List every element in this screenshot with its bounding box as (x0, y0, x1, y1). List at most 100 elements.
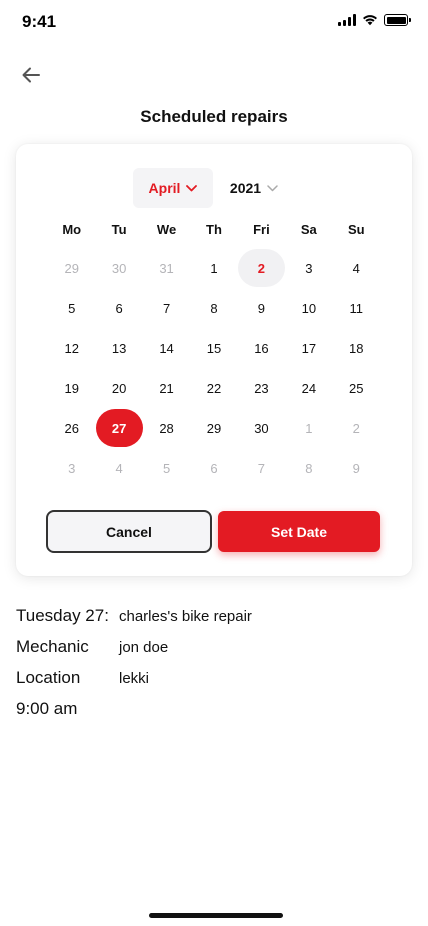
location-value: lekki (119, 670, 150, 687)
status-bar: 9:41 (0, 0, 428, 44)
calendar-day[interactable]: 8 (285, 448, 332, 488)
calendar-day[interactable]: 6 (190, 448, 237, 488)
calendar-day[interactable]: 17 (285, 328, 332, 368)
weekday-label: Su (347, 222, 365, 237)
month-select[interactable]: April (133, 168, 213, 208)
calendar-day-number: 28 (159, 420, 174, 436)
repair-details: Tuesday 27: charles's bike repair Mechan… (16, 604, 412, 728)
calendar-day-selected[interactable]: 27 (95, 408, 143, 448)
calendar-day[interactable]: 2 (333, 408, 380, 448)
calendar-day[interactable]: 30 (238, 408, 285, 448)
year-select[interactable]: 2021 (222, 168, 286, 208)
calendar-day[interactable]: 22 (190, 368, 237, 408)
calendar-day[interactable]: 5 (143, 448, 190, 488)
calendar-day-number: 26 (64, 420, 79, 436)
calendar-day-number: 3 (305, 260, 313, 276)
calendar-day[interactable]: 15 (190, 328, 237, 368)
set-date-button[interactable]: Set Date (218, 511, 380, 552)
calendar-day-number: 5 (68, 300, 76, 316)
calendar-day[interactable]: 11 (333, 288, 380, 328)
calendar-day[interactable]: 7 (238, 448, 285, 488)
calendar-day-number: 18 (349, 340, 364, 356)
calendar-day[interactable]: 13 (95, 328, 142, 368)
calendar-day[interactable]: 10 (285, 288, 332, 328)
calendar-day-number: 20 (111, 380, 127, 396)
calendar-day-number: 27 (95, 409, 143, 447)
mechanic-value: jon doe (119, 639, 169, 656)
calendar-day[interactable]: 20 (95, 368, 142, 408)
calendar-day[interactable]: 1 (190, 248, 237, 288)
calendar-day[interactable]: 8 (190, 288, 237, 328)
calendar-day-number: 2 (352, 420, 360, 436)
calendar-day[interactable]: 3 (285, 248, 332, 288)
calendar-day[interactable]: 9 (333, 448, 380, 488)
calendar-day[interactable]: 23 (238, 368, 285, 408)
calendar-day[interactable]: 9 (238, 288, 285, 328)
calendar-day-number: 16 (254, 340, 269, 356)
date-label: Tuesday 27: (16, 606, 109, 625)
calendar-day-number: 6 (115, 300, 123, 316)
calendar-day-number: 7 (162, 300, 171, 316)
calendar-day[interactable]: 29 (48, 248, 95, 288)
location-label: Location (16, 668, 81, 687)
calendar-day[interactable]: 5 (48, 288, 95, 328)
calendar-day-number: 29 (206, 420, 222, 436)
calendar-day-number: 1 (210, 260, 218, 276)
weekday-label: Th (206, 222, 222, 237)
calendar-day-number: 19 (64, 380, 79, 396)
calendar-day-today[interactable]: 2 (237, 248, 285, 288)
wifi-icon (363, 15, 377, 26)
weekday-label: Sa (300, 222, 317, 237)
calendar-day[interactable]: 12 (48, 328, 95, 368)
calendar-day[interactable]: 26 (48, 408, 95, 448)
calendar-day-number: 22 (206, 380, 222, 396)
calendar-day-number: 7 (257, 460, 266, 476)
calendar-day-number: 8 (305, 460, 313, 476)
chevron-down-icon (267, 184, 278, 191)
back-arrow-icon (22, 67, 40, 83)
time-value: 9:00 am (16, 699, 78, 718)
calendar-day[interactable]: 14 (143, 328, 190, 368)
calendar-day[interactable]: 19 (48, 368, 95, 408)
weekday-label: We (156, 222, 177, 237)
calendar-day-number: 10 (301, 300, 317, 316)
calendar-day[interactable]: 24 (285, 368, 332, 408)
calendar-day[interactable]: 18 (333, 328, 380, 368)
page-title: Scheduled repairs (140, 107, 288, 126)
calendar-day[interactable]: 6 (95, 288, 142, 328)
calendar-day[interactable]: 21 (143, 368, 190, 408)
calendar-day[interactable]: 30 (95, 248, 142, 288)
calendar-day-number: 4 (115, 460, 123, 476)
calendar-day[interactable]: 31 (143, 248, 190, 288)
calendar-day[interactable]: 4 (333, 248, 380, 288)
calendar-day-number: 12 (64, 340, 79, 356)
detail-row-date: Tuesday 27: charles's bike repair (16, 604, 412, 635)
calendar-day[interactable]: 29 (190, 408, 237, 448)
calendar-day[interactable]: 1 (285, 408, 332, 448)
calendar-day[interactable]: 3 (48, 448, 95, 488)
back-button[interactable] (18, 62, 44, 88)
status-icons (338, 14, 411, 26)
calendar-day-number: 30 (254, 420, 269, 436)
weekday-header: Mo Tu We Th Fri Sa Su (48, 220, 380, 240)
calendar-day[interactable]: 28 (143, 408, 190, 448)
calendar-day-number: 3 (68, 460, 76, 476)
calendar-day-number: 17 (301, 340, 317, 356)
weekday-label: Tu (111, 222, 127, 237)
calendar-day-number: 31 (159, 260, 174, 276)
calendar-day[interactable]: 16 (238, 328, 285, 368)
calendar-days-grid: 29 30 31 1 2 3 4 5 6 7 8 9 10 11 12 13 14 15 16 17 18 19 20 21 2… (48, 248, 380, 488)
calendar-day-number: 2 (237, 249, 285, 287)
cancel-button[interactable]: Cancel (46, 510, 212, 553)
calendar-day[interactable]: 25 (333, 368, 380, 408)
calendar-day-number: 23 (254, 380, 269, 396)
month-label: April (148, 180, 181, 196)
calendar-day[interactable]: 4 (95, 448, 142, 488)
calendar-day-number: 11 (349, 300, 364, 316)
calendar-day-number: 15 (206, 340, 222, 356)
repair-title: charles's bike repair (119, 608, 252, 625)
calendar-day[interactable]: 7 (143, 288, 190, 328)
date-picker-card: April 2021 Mo Tu We Th Fri Sa Su 29 30 31 1… (16, 144, 412, 576)
calendar-day-number: 13 (111, 340, 127, 356)
calendar-day-number: 14 (159, 340, 174, 356)
